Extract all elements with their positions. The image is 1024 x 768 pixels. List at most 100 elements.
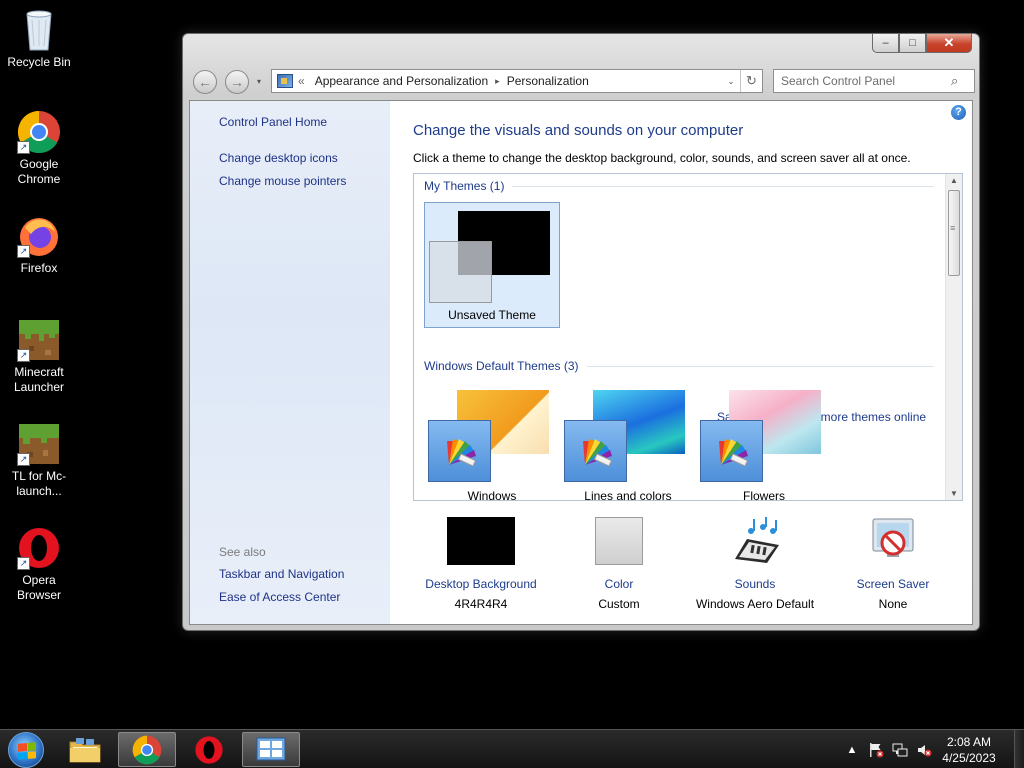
system-tray: ▲ 2:08 AM 4/25/2023 <box>840 730 1024 768</box>
breadcrumb-appearance-and-personalization[interactable]: Appearance and Personalization <box>310 74 493 88</box>
sounds-link[interactable]: Sounds <box>690 577 820 591</box>
shortcut-arrow-icon: ↗ <box>17 349 30 362</box>
taskbar-file-explorer[interactable] <box>56 732 114 767</box>
theme-name: Lines and colors <box>584 489 672 501</box>
scroll-down-icon[interactable]: ▼ <box>950 489 958 498</box>
theme-color-preview <box>564 420 627 482</box>
desktop-icon-firefox[interactable]: ↗ Firefox <box>4 214 74 276</box>
shortcut-arrow-icon: ↗ <box>17 557 30 570</box>
theme-windows[interactable]: Windows <box>424 382 560 501</box>
theme-flowers[interactable]: Flowers <box>696 382 832 501</box>
network-icon[interactable] <box>892 742 908 758</box>
change-desktop-icons-link[interactable]: Change desktop icons <box>219 151 338 165</box>
theme-name: Windows <box>467 489 517 501</box>
theme-list-scrollbar[interactable]: ▲ ▼ <box>945 174 962 500</box>
scroll-up-icon[interactable]: ▲ <box>950 176 958 185</box>
address-dropdown-icon[interactable]: ⌄ <box>722 76 740 87</box>
desktop-background-setting[interactable]: Desktop Background 4R4R4R4 <box>416 517 546 611</box>
resize-cursor-icon: ⇕ <box>473 609 487 626</box>
control-panel-icon <box>277 74 293 88</box>
show-hidden-icons-button[interactable]: ▲ <box>844 742 860 758</box>
screen-saver-setting[interactable]: Screen Saver None <box>828 517 958 611</box>
taskbar-and-navigation-link[interactable]: Taskbar and Navigation <box>219 567 344 581</box>
address-bar[interactable]: « Appearance and Personalization ▸ Perso… <box>271 69 763 93</box>
refresh-button[interactable]: ↻ <box>740 70 762 92</box>
desktop-icon-recycle-bin[interactable]: Recycle Bin <box>4 8 74 70</box>
help-icon[interactable]: ? <box>951 105 966 120</box>
desktop-background-link[interactable]: Desktop Background <box>416 577 546 591</box>
screen-saver-link[interactable]: Screen Saver <box>828 577 958 591</box>
change-mouse-pointers-link[interactable]: Change mouse pointers <box>219 174 346 188</box>
desktop-icon-label: Recycle Bin <box>7 55 71 69</box>
folder-icon <box>69 737 101 762</box>
screen-saver-value: None <box>878 597 908 611</box>
minecraft-grass-block-icon: ↗ <box>17 318 61 362</box>
default-themes-group: Windows Default Themes (3) <box>424 359 934 373</box>
default-themes-header: Windows Default Themes (3) <box>424 359 579 373</box>
shortcut-arrow-icon: ↗ <box>17 141 30 154</box>
search-input[interactable] <box>781 74 951 88</box>
page-title: Change the visuals and sounds on your co… <box>413 122 744 139</box>
theme-color-preview <box>428 420 491 482</box>
recycle-bin-icon <box>17 8 61 52</box>
forward-button[interactable]: → <box>225 70 249 94</box>
taskbar-opera[interactable] <box>180 732 238 767</box>
windows-logo-icon <box>18 742 36 760</box>
color-fan-icon <box>719 439 749 467</box>
maximize-button[interactable]: □ <box>899 34 926 53</box>
chrome-icon: ↗ <box>17 110 61 154</box>
desktop-icon-label: Firefox <box>20 261 58 275</box>
back-button[interactable]: ← <box>193 70 217 94</box>
color-setting[interactable]: Color Custom <box>554 517 684 611</box>
sounds-keyboard-icon <box>721 517 789 565</box>
color-fan-icon <box>583 439 613 467</box>
search-icon[interactable]: ⌕ <box>951 73 958 89</box>
sounds-setting[interactable]: Sounds Windows Aero Default <box>690 517 820 611</box>
ease-of-access-center-link[interactable]: Ease of Access Center <box>219 590 340 604</box>
personalization-window: – □ ✕ ← → ▾ « Appearance and Personaliza… <box>182 33 980 631</box>
group-divider <box>512 185 934 187</box>
theme-name: Flowers <box>742 489 785 501</box>
theme-unsaved[interactable]: Unsaved Theme <box>424 202 560 328</box>
close-button[interactable]: ✕ <box>926 34 972 53</box>
clock[interactable]: 2:08 AM 4/25/2023 <box>936 734 1002 766</box>
theme-color-preview <box>429 241 492 303</box>
firefox-icon: ↗ <box>17 214 61 258</box>
desktop-icon-label: Google Chrome <box>17 157 61 186</box>
volume-muted-icon[interactable] <box>916 742 932 758</box>
color-link[interactable]: Color <box>554 577 684 591</box>
desktop-icon-opera-browser[interactable]: ↗ Opera Browser <box>4 526 74 603</box>
opera-icon <box>195 735 223 764</box>
theme-color-preview <box>700 420 763 482</box>
color-fan-icon <box>447 439 477 467</box>
breadcrumb-personalization[interactable]: Personalization <box>502 74 594 88</box>
desktop-icon-minecraft-launcher[interactable]: ↗ Minecraft Launcher <box>4 318 74 395</box>
breadcrumb-overflow[interactable]: « <box>293 74 310 88</box>
control-panel-home-link[interactable]: Control Panel Home <box>219 115 327 129</box>
action-center-flag-icon[interactable] <box>868 742 884 758</box>
content-area: Control Panel Home Change desktop icons … <box>189 100 973 625</box>
show-desktop-button[interactable] <box>1014 730 1024 768</box>
scrollbar-thumb[interactable] <box>948 190 960 276</box>
navigation-bar: ← → ▾ « Appearance and Personalization ▸… <box>189 69 975 95</box>
desktop-icon-label: Opera Browser <box>16 573 61 602</box>
clock-date: 4/25/2023 <box>942 750 996 765</box>
window-caption-buttons: – □ ✕ <box>872 34 972 54</box>
desktop-icon-label: TL for Mc-launch... <box>11 469 67 498</box>
theme-lines-and-colors[interactable]: Lines and colors <box>560 382 696 501</box>
desktop-icon-tl-launcher[interactable]: ↗ TL for Mc-launch... <box>4 422 74 499</box>
control-panel-icon <box>256 737 286 760</box>
see-also-heading: See also <box>219 545 266 559</box>
desktop-icon-google-chrome[interactable]: ↗ Google Chrome <box>4 110 74 187</box>
start-button[interactable] <box>8 732 44 768</box>
desktop-background-preview <box>447 517 515 565</box>
taskbar: ▲ 2:08 AM 4/25/2023 <box>0 729 1024 768</box>
recent-pages-dropdown[interactable]: ▾ <box>257 77 261 86</box>
minimize-button[interactable]: – <box>872 34 899 53</box>
taskbar-control-panel[interactable] <box>242 732 300 767</box>
minecraft-grass-block-icon: ↗ <box>17 422 61 466</box>
breadcrumb-separator-icon[interactable]: ▸ <box>493 76 502 87</box>
search-box[interactable]: ⌕ <box>773 69 975 93</box>
taskbar-google-chrome[interactable] <box>118 732 176 767</box>
color-swatch-icon <box>595 517 643 565</box>
